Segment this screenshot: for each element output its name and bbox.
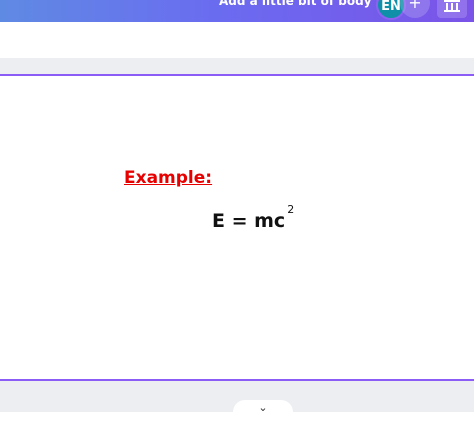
design-page[interactable]: Example: E = mc2: [0, 74, 474, 381]
formula-exponent: 2: [287, 203, 295, 216]
grid-view-button[interactable]: [437, 0, 467, 18]
formula-text[interactable]: E = mc2: [212, 203, 294, 232]
chevron-down-icon: ⌄: [258, 401, 268, 414]
editor-top-bar: Add a little bit of body text EN +: [0, 0, 474, 22]
collapse-pages-button[interactable]: ⌄: [233, 400, 293, 420]
formula-base: E = mc: [212, 210, 286, 232]
canvas-gutter-top: [0, 58, 474, 74]
example-heading[interactable]: Example:: [124, 168, 212, 188]
add-button[interactable]: +: [400, 0, 430, 18]
grid-icon: [444, 0, 460, 12]
